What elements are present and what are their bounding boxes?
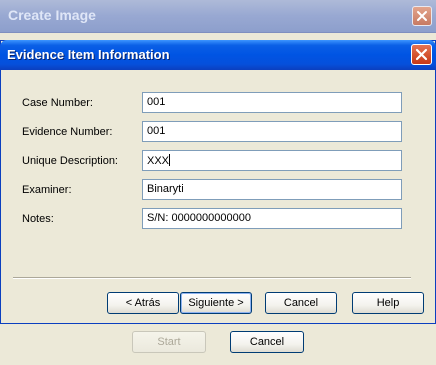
examiner-field[interactable]: Binaryti: [142, 179, 402, 200]
notes-field[interactable]: S/N: 0000000000000: [142, 208, 402, 229]
text-caret: [169, 154, 171, 166]
create-image-titlebar: Create Image: [0, 0, 436, 33]
evidence-number-label: Evidence Number:: [22, 126, 113, 138]
cancel-button[interactable]: Cancel: [265, 292, 337, 314]
evidence-number-value: 001: [147, 125, 166, 137]
case-number-value: 001: [147, 96, 166, 108]
create-image-cancel-button[interactable]: Cancel: [230, 331, 304, 353]
notes-label: Notes:: [22, 213, 54, 225]
evidence-number-field[interactable]: 001: [142, 121, 402, 142]
create-image-title: Create Image: [8, 7, 96, 23]
close-icon: [415, 48, 428, 61]
start-button[interactable]: Start: [132, 331, 206, 353]
help-button[interactable]: Help: [352, 292, 424, 314]
unique-description-value: XXX: [147, 155, 170, 167]
examiner-label: Examiner:: [22, 184, 72, 196]
create-image-button-bar: Start Cancel: [0, 325, 436, 365]
evidence-item-dialog: Evidence Item Information Case Number: 0…: [0, 40, 436, 324]
case-number-field[interactable]: 001: [142, 92, 402, 113]
unique-description-label: Unique Description:: [22, 155, 118, 167]
button-separator: [13, 277, 411, 279]
examiner-value: Binaryti: [147, 183, 184, 195]
dialog-close-button[interactable]: [411, 44, 432, 65]
notes-value: S/N: 0000000000000: [147, 212, 251, 224]
back-button[interactable]: < Atrás: [107, 292, 179, 314]
dialog-titlebar: Evidence Item Information: [0, 40, 436, 70]
unique-description-field[interactable]: XXX: [142, 150, 402, 171]
dialog-title: Evidence Item Information: [7, 47, 170, 62]
next-button[interactable]: Siguiente >: [180, 292, 252, 314]
case-number-label: Case Number:: [22, 97, 93, 109]
create-image-close-button[interactable]: [412, 6, 432, 26]
close-icon: [413, 7, 431, 25]
